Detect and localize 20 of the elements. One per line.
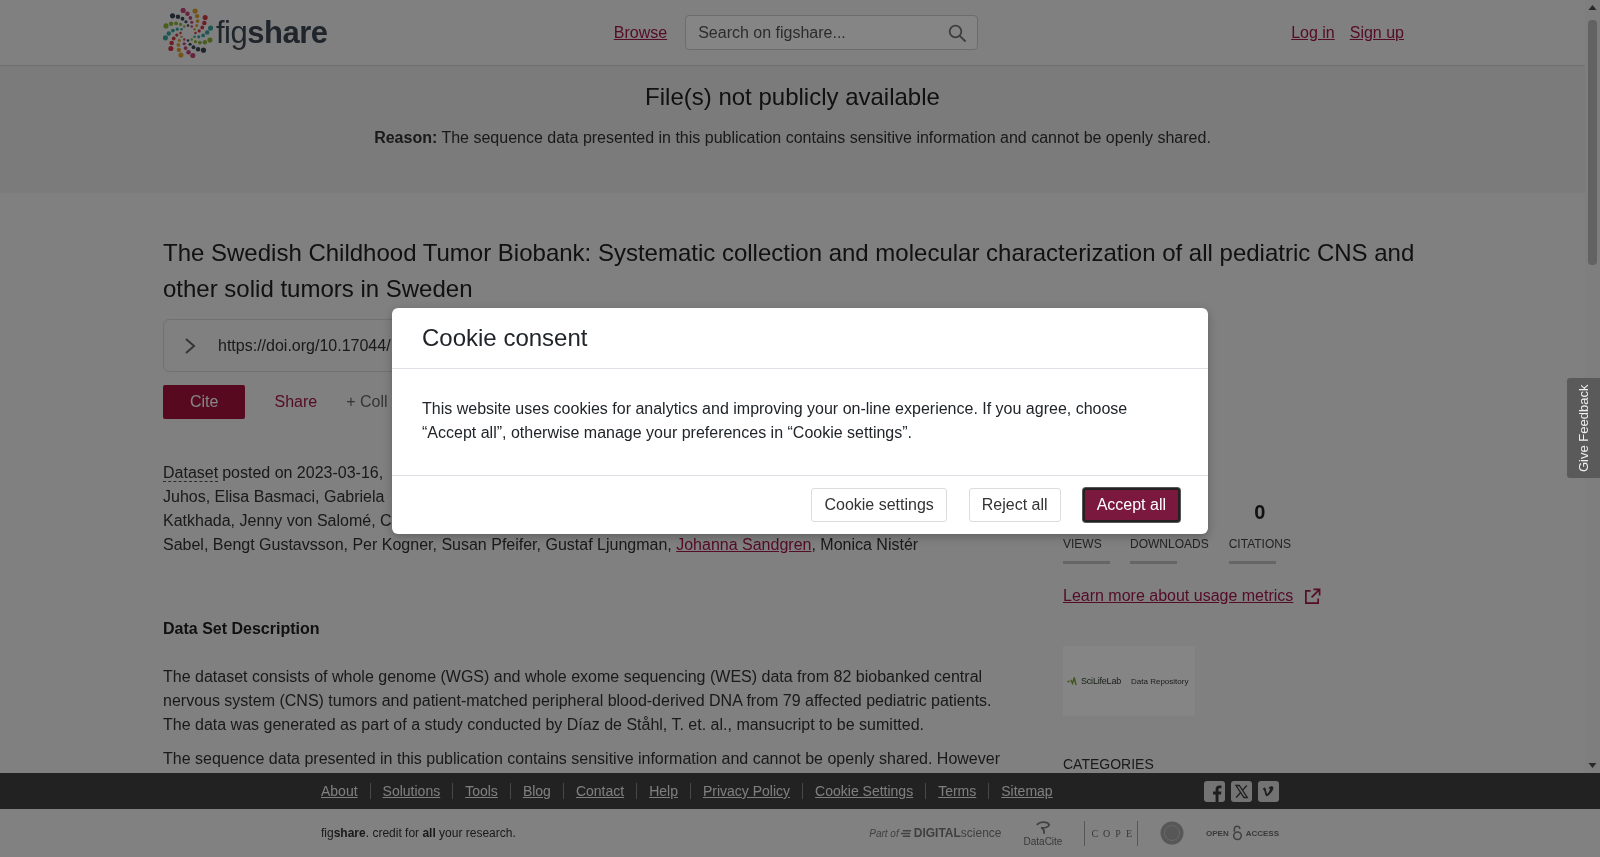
description-heading: Data Set Description: [163, 619, 321, 639]
categories-heading: CATEGORIES: [1063, 756, 1155, 772]
item-type-label: Dataset: [163, 464, 219, 482]
description-text: The sequence data presented in this publication contains sensitive information and cannot be openly shared. However: [163, 749, 1001, 769]
logo-caption: Data Repository: [1131, 676, 1189, 686]
description-text: The dataset consists of whole genome (WGS) and whole exome sequencing (WES) data from 82 biobanked central nervous system (CNS) tumors and patient-matched peripheral blood-derived DNA from 79 affected pediatric patients. The data was generated as part of a study conducted by Díaz de Ståhl, T. et. al., mansucript to be sumitted.: [163, 667, 993, 735]
author-names: Katkhada, Jenny von Salomé, C: [163, 512, 392, 529]
notice-reason: Reason: The sequence data presented in this publication contains sensitive information and cannot be openly shared.: [373, 128, 1212, 148]
footer-tagline: figshare. credit for all your research.: [321, 826, 516, 840]
dialog-message: This website uses cookies for analytics and improving your on-line experience. If you agree, choose “Accept all”, otherwise manage your preferences in “Cookie settings”.: [422, 399, 1129, 443]
partner-prefix: Part of: [869, 827, 899, 839]
posted-date: posted on 2023-03-16,: [222, 464, 384, 481]
doi-text: https://doi.org/10.17044/: [218, 335, 391, 356]
item-title: The Swedish Childhood Tumor Biobank: Systematic collection and molecular characterization of all pediatric CNS and other solid tumors in Sweden: [163, 238, 1416, 304]
notice-title: File(s) not publicly available: [644, 82, 941, 112]
stat-value: 0: [1254, 500, 1266, 524]
author-names: Sabel, Bengt Gustavsson, Per Kogner, Susan Pfeifer, Gustaf Ljungman, Johanna Sandgren, Monica Nistér: [163, 535, 920, 555]
logo-name: SciLifeLab: [1081, 676, 1122, 686]
dialog-title: Cookie consent: [422, 323, 588, 353]
author-names: Juhos, Elisa Basmaci, Gabriela: [163, 488, 385, 505]
